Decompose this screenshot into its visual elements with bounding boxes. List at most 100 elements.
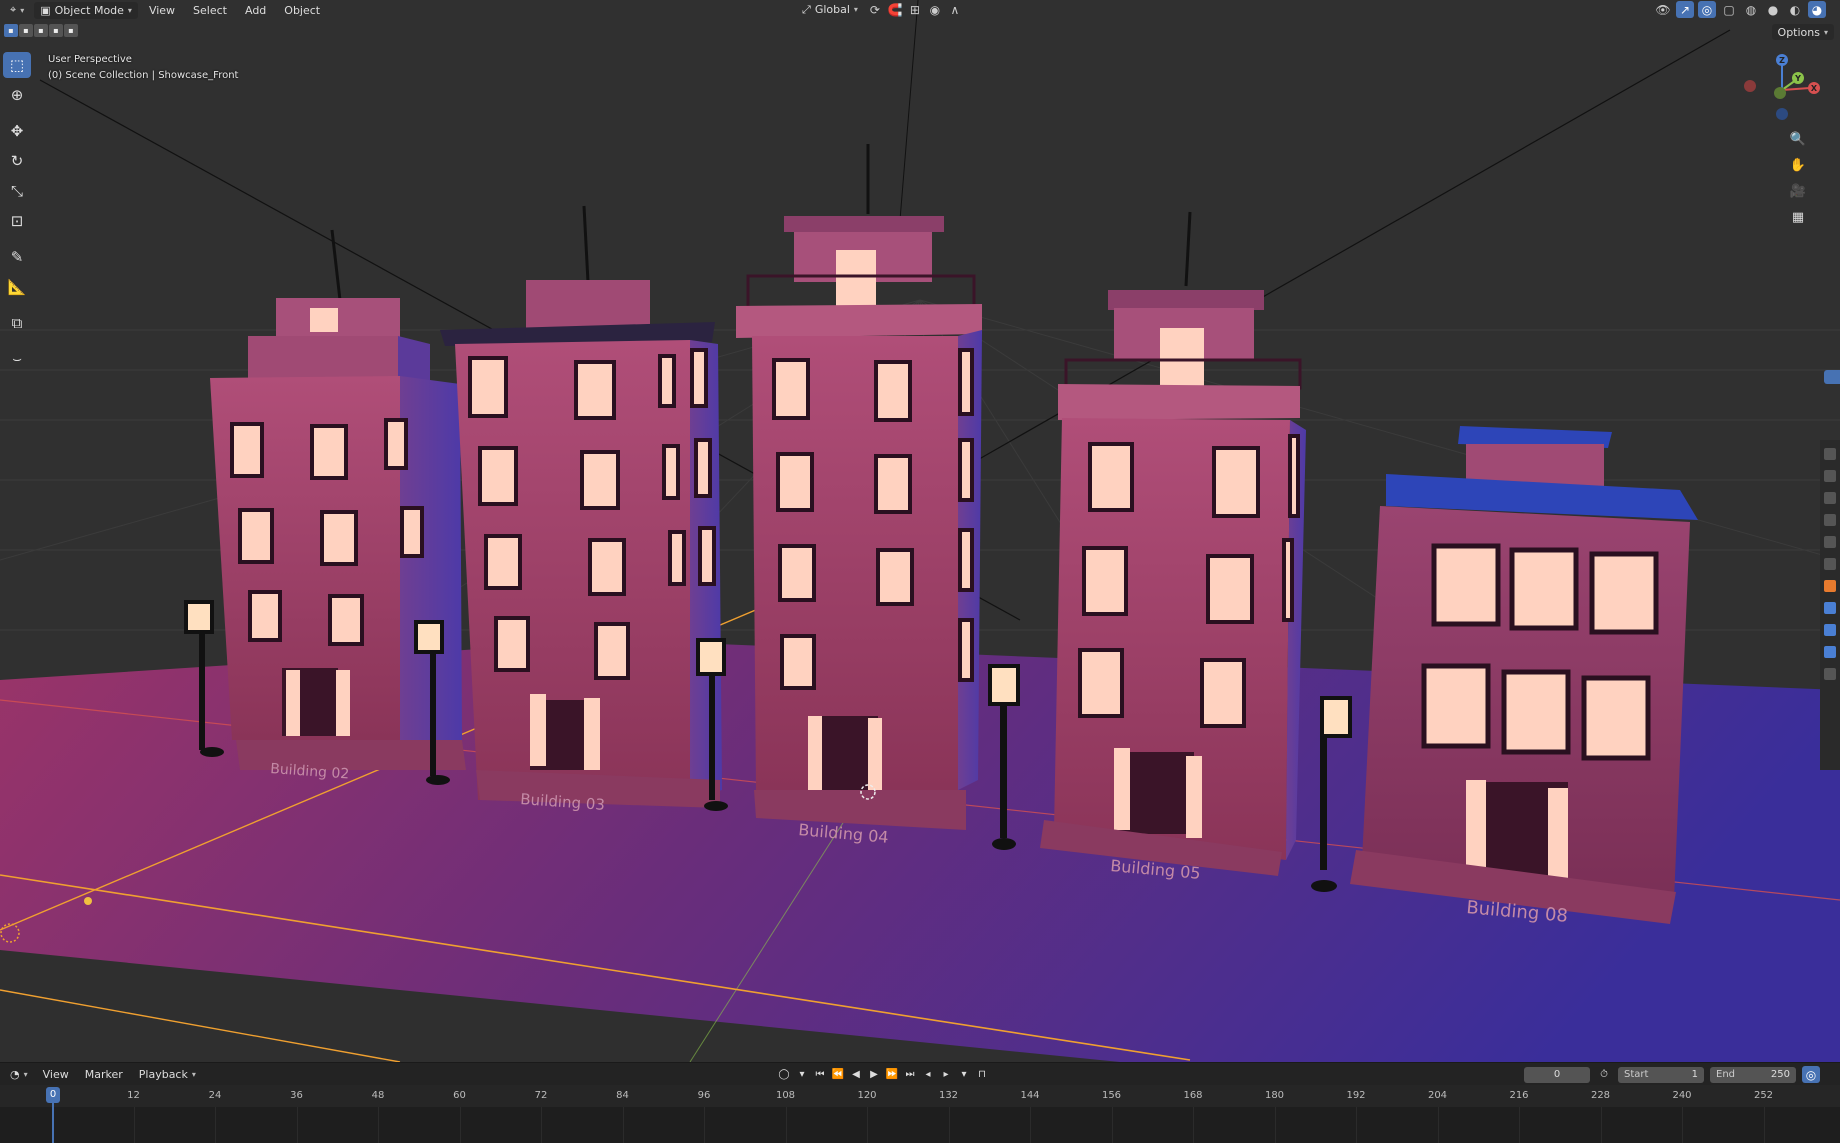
ruler-gridline xyxy=(378,1107,379,1143)
timeline-tracks[interactable] xyxy=(0,1107,1840,1143)
timeline-menu-marker[interactable]: Marker xyxy=(78,1066,130,1083)
ruler-tick: 144 xyxy=(1020,1090,1040,1101)
transform-orientation-dropdown[interactable]: ⤢ Global ▾ xyxy=(796,1,864,18)
building-05[interactable] xyxy=(1040,211,1306,876)
next-keyframe-icon[interactable]: ⏩ xyxy=(884,1066,900,1083)
jump-start-icon[interactable]: ⏮ xyxy=(812,1066,828,1083)
snap-target-icon[interactable]: ⊞ xyxy=(906,1,924,18)
data-tab-icon[interactable] xyxy=(1824,668,1836,680)
playhead-frame[interactable]: 0 xyxy=(46,1087,60,1103)
3d-viewport[interactable]: Building 02 Building 03 Building 04 Buil… xyxy=(0,0,1840,1062)
playhead-line[interactable] xyxy=(52,1100,54,1143)
scale-icon[interactable]: ⤡ xyxy=(3,178,31,204)
cursor-icon[interactable]: ⊕ xyxy=(3,82,31,108)
timeline-menu-view[interactable]: View xyxy=(36,1066,76,1083)
curve-icon[interactable]: ⌣ xyxy=(3,346,31,372)
modifier-tab-icon[interactable] xyxy=(1824,602,1836,614)
pivot-point-icon[interactable]: ⟳ xyxy=(866,1,884,18)
jump-end-icon[interactable]: ⏭ xyxy=(902,1066,918,1083)
play-reverse-icon[interactable]: ◀ xyxy=(848,1066,864,1083)
ruler-tick: 24 xyxy=(208,1090,222,1101)
ruler-tick: 216 xyxy=(1509,1090,1529,1101)
scene-tab-icon[interactable] xyxy=(1824,536,1836,548)
svg-text:X: X xyxy=(1811,84,1818,93)
output-tab-icon[interactable] xyxy=(1824,492,1836,504)
select-intersect-icon[interactable]: ▪ xyxy=(64,24,78,37)
pan-hand-icon[interactable]: ✋ xyxy=(1786,154,1810,176)
sync-dropdown-icon[interactable]: ▾ xyxy=(956,1066,972,1083)
select-extend-icon[interactable]: ▪ xyxy=(19,24,33,37)
proportional-edit-icon[interactable]: ◉ xyxy=(926,1,944,18)
ruler-gridline xyxy=(785,1107,787,1143)
object-tab-icon[interactable] xyxy=(1824,580,1836,592)
ruler-tick: 168 xyxy=(1183,1090,1203,1101)
menu-add[interactable]: Add xyxy=(238,2,273,19)
wireframe-shading-icon[interactable]: ◍ xyxy=(1742,1,1760,18)
xray-icon[interactable]: ▢ xyxy=(1720,1,1738,18)
navigation-gizmo[interactable]: X Y Z xyxy=(1732,50,1832,130)
menu-select[interactable]: Select xyxy=(186,2,234,19)
measure-icon[interactable]: 📐 xyxy=(3,274,31,300)
overlay-toggle-icon[interactable]: ◎ xyxy=(1698,1,1716,18)
select-box-icon[interactable]: ⬚ xyxy=(3,52,31,78)
ruler-gridline xyxy=(1763,1107,1765,1143)
keying-dropdown-icon[interactable]: ▾ xyxy=(794,1066,810,1083)
select-invert-icon[interactable]: ▪ xyxy=(49,24,63,37)
move-icon[interactable]: ✥ xyxy=(3,118,31,144)
timeline-view-icon[interactable]: ◎ xyxy=(1802,1066,1820,1083)
preview-range-icon[interactable]: ⏱ xyxy=(1596,1066,1612,1083)
start-frame-field[interactable]: Start 1 xyxy=(1618,1066,1704,1083)
prev-frame-icon[interactable]: ◂ xyxy=(920,1066,936,1083)
gizmo-toggle-icon[interactable]: ↗ xyxy=(1676,1,1694,18)
prev-keyframe-icon[interactable]: ⏪ xyxy=(830,1066,846,1083)
options-dropdown[interactable]: Options ▾ xyxy=(1771,24,1834,40)
visibility-icon[interactable]: 👁 xyxy=(1654,1,1672,18)
annotate-icon[interactable]: ✎ xyxy=(3,244,31,270)
frame-ruler[interactable]: 12 24 36 48 60 72 84 96 108 120 132 144 156 168 180 192… xyxy=(0,1085,1840,1107)
add-cube-icon[interactable]: ⧉ xyxy=(3,310,31,336)
transform-tools: ⤢ Global ▾ ⟳ 🧲 ⊞ ◉ ∧ xyxy=(796,1,964,18)
ruler-tick: 252 xyxy=(1753,1090,1774,1101)
perspective-grid-icon[interactable]: ▦ xyxy=(1786,206,1810,228)
play-icon[interactable]: ▶ xyxy=(866,1066,882,1083)
auto-key-icon[interactable]: ⊓ xyxy=(974,1066,990,1083)
ruler-tick: 240 xyxy=(1672,1090,1692,1101)
solid-shading-icon[interactable]: ● xyxy=(1764,1,1782,18)
ruler-gridline xyxy=(704,1107,705,1143)
menu-object[interactable]: Object xyxy=(277,2,327,19)
building-04[interactable] xyxy=(736,144,982,830)
end-frame-field[interactable]: End 250 xyxy=(1710,1066,1796,1083)
building-03[interactable] xyxy=(440,205,722,808)
physics-tab-icon[interactable] xyxy=(1824,624,1836,636)
building-02[interactable] xyxy=(210,229,466,770)
select-new-icon[interactable]: ▪ xyxy=(4,24,18,37)
rotate-icon[interactable]: ↻ xyxy=(3,148,31,174)
render-tab-icon[interactable] xyxy=(1824,470,1836,482)
ruler-gridline xyxy=(1030,1107,1031,1143)
snap-icon[interactable]: 🧲 xyxy=(886,1,904,18)
rendered-shading-icon[interactable]: ◕ xyxy=(1808,1,1826,18)
record-icon[interactable]: ◯ xyxy=(776,1066,792,1083)
constraints-tab-icon[interactable] xyxy=(1824,646,1836,658)
sidebar-toggle[interactable] xyxy=(1824,370,1840,384)
current-frame-field[interactable]: 0 xyxy=(1524,1066,1590,1083)
next-frame-icon[interactable]: ▸ xyxy=(938,1066,954,1083)
tool-tab-icon[interactable] xyxy=(1824,448,1836,460)
camera-view-icon[interactable]: 🎥 xyxy=(1786,180,1810,202)
ruler-tick: 192 xyxy=(1346,1090,1366,1101)
select-subtract-icon[interactable]: ▪ xyxy=(34,24,48,37)
falloff-icon[interactable]: ∧ xyxy=(946,1,964,18)
world-tab-icon[interactable] xyxy=(1824,558,1836,570)
zoom-icon[interactable]: 🔍 xyxy=(1786,128,1810,150)
building-08[interactable] xyxy=(1350,426,1698,924)
ruler-tick: 228 xyxy=(1590,1090,1611,1101)
timeline-editor-type-button[interactable]: ◔ ▾ xyxy=(4,1066,34,1083)
transform-icon[interactable]: ⊡ xyxy=(3,208,31,234)
menu-view[interactable]: View xyxy=(142,2,182,19)
material-shading-icon[interactable]: ◐ xyxy=(1786,1,1804,18)
timeline-menu-playback[interactable]: Playback ▾ xyxy=(132,1066,203,1083)
editor-type-button[interactable]: ⌖ ▾ xyxy=(4,2,30,19)
mode-dropdown[interactable]: ▣ Object Mode ▾ xyxy=(34,1,138,19)
view-layer-tab-icon[interactable] xyxy=(1824,514,1836,526)
object-mode-icon: ▣ xyxy=(40,3,51,17)
